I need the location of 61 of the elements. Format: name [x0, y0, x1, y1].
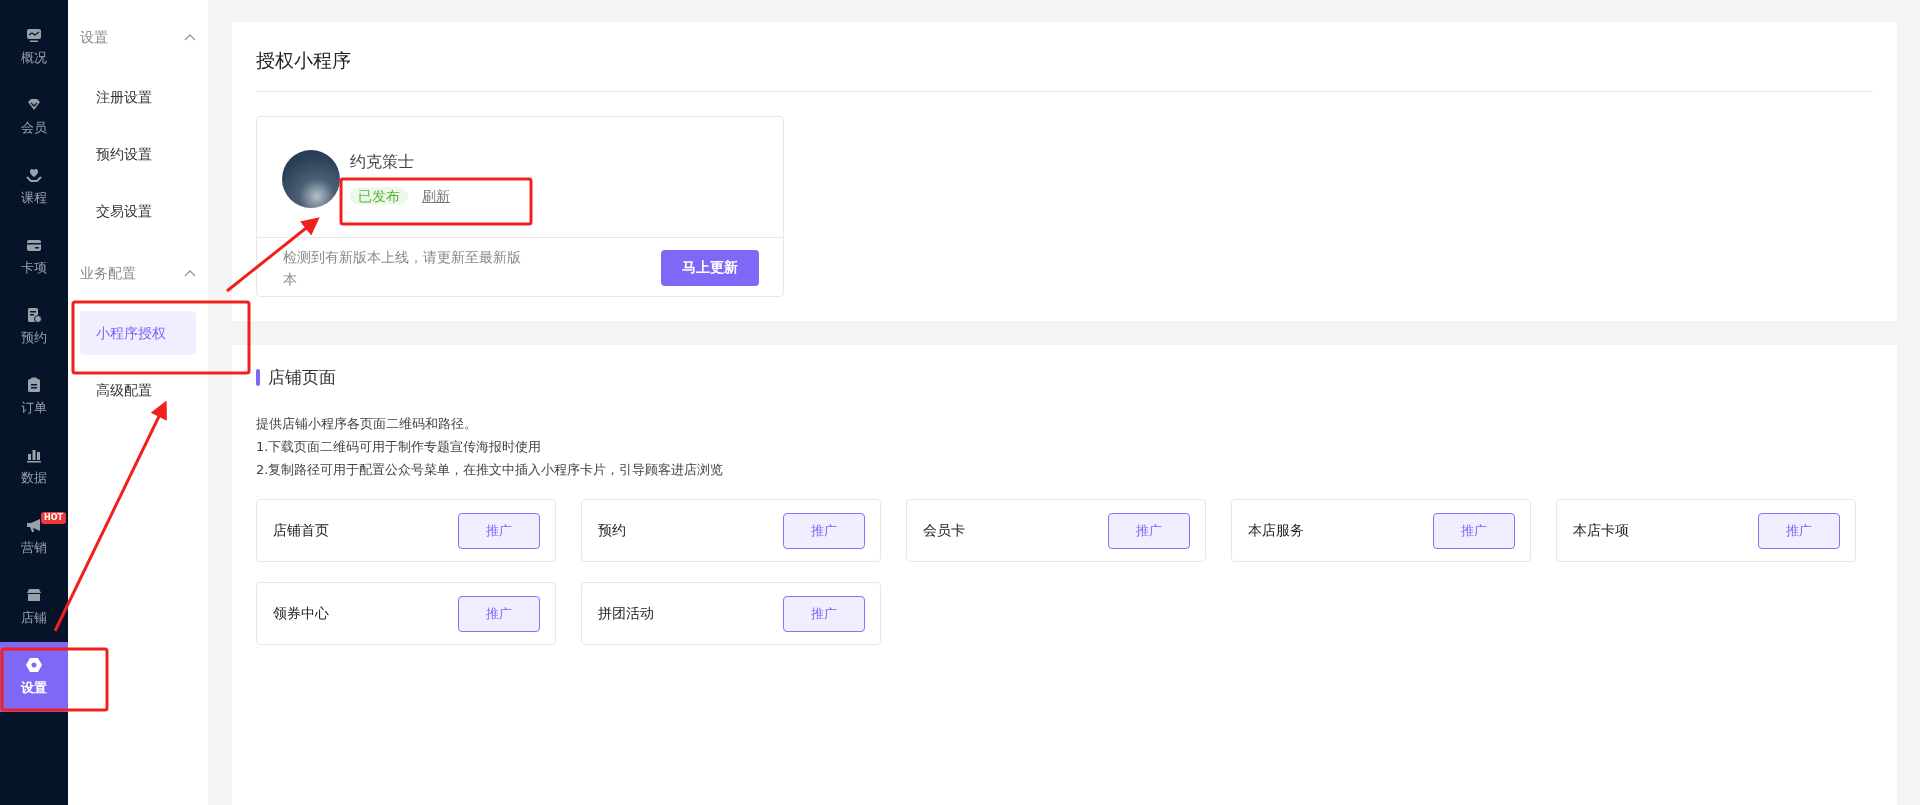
nav-label: 预约	[21, 329, 47, 348]
nav-label: 课程	[21, 189, 47, 208]
nav-label: 数据	[21, 469, 47, 488]
refresh-link[interactable]: 刷新	[422, 188, 450, 204]
page-name: 领券中心	[273, 604, 329, 623]
nav-icon	[25, 376, 43, 395]
promote-button[interactable]: 推广	[458, 595, 540, 632]
nav-item[interactable]: 概况	[0, 12, 68, 82]
section-title: 店铺页面	[268, 365, 336, 389]
status-tag: 已发布	[350, 187, 408, 205]
promote-button[interactable]: 推广	[1433, 512, 1515, 549]
avatar-photo	[282, 149, 340, 208]
promote-button[interactable]: 推广	[458, 512, 540, 549]
hot-badge: HOT	[41, 512, 66, 524]
group-title: 业务配置	[80, 263, 136, 283]
promote-button[interactable]: 推广	[1108, 512, 1190, 549]
nav-label: 会员	[21, 119, 47, 138]
nav-icon	[25, 26, 43, 45]
nav-item[interactable]: HOT 营销	[0, 502, 68, 572]
promote-button[interactable]: 推广	[783, 595, 865, 632]
nav-label: 概况	[21, 49, 47, 68]
group-title: 设置	[80, 27, 108, 47]
accent-bar	[256, 368, 260, 386]
nav-label: 设置	[21, 679, 47, 698]
submenu-item[interactable]: 注册设置	[80, 75, 196, 119]
page-name: 拼团活动	[598, 604, 654, 623]
nav-item[interactable]: 卡项	[0, 222, 68, 292]
page-name: 会员卡	[923, 521, 965, 540]
submenu-item[interactable]: 预约设置	[80, 132, 196, 176]
nav-icon	[25, 306, 43, 325]
nav-label: 营销	[21, 539, 47, 558]
app-name: 约克策士	[350, 151, 415, 173]
page-name: 本店服务	[1248, 521, 1304, 540]
promote-button[interactable]: 推广	[1758, 512, 1840, 549]
nav-item[interactable]: 课程	[0, 152, 68, 222]
submenu-item[interactable]: 小程序授权	[80, 311, 196, 355]
nav-item[interactable]: 会员	[0, 82, 68, 152]
update-button[interactable]: 马上更新	[661, 249, 759, 286]
promote-button[interactable]: 推广	[783, 512, 865, 549]
page-name: 预约	[598, 521, 626, 540]
nav-icon	[25, 656, 43, 675]
description-line: 1.下载页面二维码可用于制作专题宣传海报时使用	[256, 438, 543, 456]
description-line: 提供店铺小程序各页面二维码和路径。	[256, 415, 478, 433]
submenu-item[interactable]: 高级配置	[80, 368, 196, 412]
nav-icon	[25, 166, 43, 185]
nav-label: 店铺	[21, 609, 47, 628]
nav-label: 卡项	[21, 259, 47, 278]
nav-icon	[25, 516, 43, 535]
nav-item[interactable]: 预约	[0, 292, 68, 362]
page-name: 本店卡项	[1573, 521, 1629, 540]
group-header[interactable]: 设置	[68, 22, 208, 52]
nav-item[interactable]: 订单	[0, 362, 68, 432]
page-name: 店铺首页	[273, 521, 329, 540]
section-title: 授权小程序	[256, 36, 1873, 92]
nav-label: 订单	[21, 399, 47, 418]
description-line: 2.复制路径可用于配置公众号菜单，在推文中插入小程序卡片，引导顾客进店浏览	[256, 461, 725, 479]
submenu-item[interactable]: 交易设置	[80, 189, 196, 233]
nav-item[interactable]: 店铺	[0, 572, 68, 642]
nav-item[interactable]: 数据	[0, 432, 68, 502]
group-header[interactable]: 业务配置	[68, 258, 208, 288]
update-notice: 检测到有新版本上线，请更新至最新版本	[283, 247, 522, 289]
